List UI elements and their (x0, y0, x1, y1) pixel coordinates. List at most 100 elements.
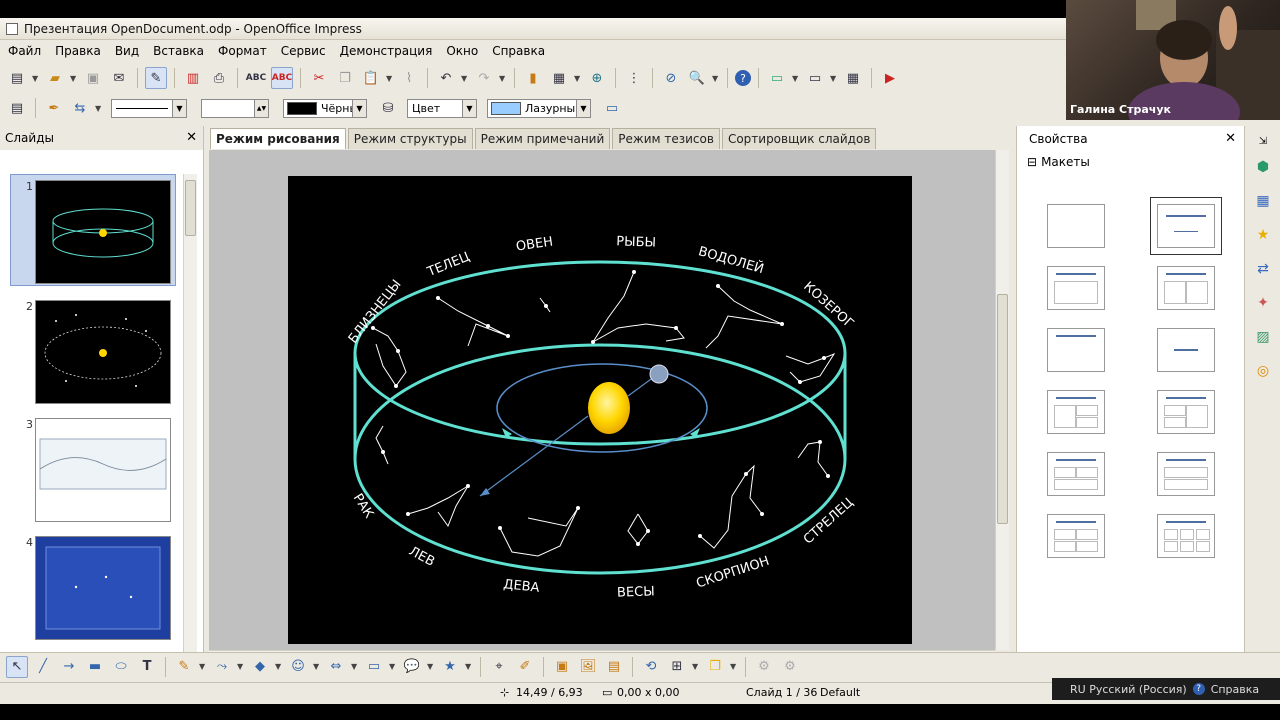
undo-icon[interactable]: ↶ (435, 67, 457, 89)
properties-deck-icon[interactable]: ⬢ (1252, 156, 1274, 178)
help-link[interactable]: Справка (1211, 683, 1259, 696)
curve-tool-icon[interactable]: ✎ (173, 656, 195, 678)
paste-icon[interactable]: 📋 (360, 67, 382, 89)
area-style-select[interactable]: Цвет ▼ (407, 98, 477, 118)
tab-slide-sorter[interactable]: Сортировщик слайдов (721, 128, 877, 149)
layout-blank[interactable] (1047, 204, 1105, 248)
zoom-icon[interactable]: 🔍 (686, 67, 708, 89)
line-width-stepper[interactable]: ▲▼ (201, 98, 269, 118)
ellipse-tool-icon[interactable]: ⬭ (110, 656, 132, 678)
animation-icon[interactable]: ★ (1252, 224, 1274, 246)
styles-deck-icon[interactable]: ✦ (1252, 292, 1274, 314)
menu-file[interactable]: Файл (6, 43, 43, 59)
help-icon[interactable]: ? (1192, 683, 1205, 695)
tab-notes-view[interactable]: Режим примечаний (474, 128, 611, 149)
slide-thumbnail-2[interactable] (35, 300, 171, 404)
layout-two-content-left[interactable] (1047, 390, 1105, 434)
slide-layout-icon[interactable]: ▭ (804, 67, 826, 89)
interaction-icon[interactable]: ⚙ (779, 656, 801, 678)
email-icon[interactable]: ✉ (108, 67, 130, 89)
scrollbar-thumb[interactable] (997, 294, 1008, 524)
editor-vertical-scrollbar[interactable] (995, 150, 1009, 650)
table-icon[interactable]: ▦ (548, 67, 570, 89)
navigator-icon[interactable]: ⊘ (660, 67, 682, 89)
clone-formatting-icon[interactable]: ⌇ (398, 67, 420, 89)
align-icon[interactable]: ⊞ (666, 656, 688, 678)
chevron-down-icon[interactable]: ▼ (386, 74, 394, 83)
chevron-down-icon[interactable]: ▼ (792, 74, 800, 83)
export-pdf-icon[interactable]: ▥ (182, 67, 204, 89)
hyperlink-icon[interactable]: ⊕ (586, 67, 608, 89)
slides-scrollbar[interactable] (183, 174, 197, 666)
layout-six-content[interactable] (1157, 514, 1215, 558)
help-icon[interactable]: ? (735, 70, 751, 86)
spellcheck-icon[interactable]: ABC (245, 67, 267, 89)
tab-outline-view[interactable]: Режим структуры (347, 128, 473, 149)
tab-handout-view[interactable]: Режим тезисов (612, 128, 720, 149)
layout-two-content[interactable] (1157, 266, 1215, 310)
sidebar-menu-icon[interactable]: ⇲ (1252, 130, 1274, 152)
menu-help[interactable]: Справка (490, 43, 547, 59)
chevron-down-icon[interactable]: ▼ (574, 74, 582, 83)
menu-insert[interactable]: Вставка (151, 43, 206, 59)
layout-content-over-content[interactable] (1157, 452, 1215, 496)
copy-icon[interactable]: ❐ (334, 67, 356, 89)
layout-title-content[interactable] (1150, 197, 1222, 255)
chevron-down-icon[interactable]: ▼ (576, 99, 590, 117)
shadow-icon[interactable]: ▭ (601, 97, 623, 119)
edit-file-icon[interactable]: ✎ (145, 67, 167, 89)
close-icon[interactable]: ✕ (186, 130, 197, 145)
slide-thumbnail-4[interactable] (35, 536, 171, 640)
grid-icon[interactable]: ⋮ (623, 67, 645, 89)
slide-thumbnail-1[interactable] (35, 180, 171, 284)
layout-title-content-2[interactable] (1047, 266, 1105, 310)
save-icon[interactable]: ▣ (82, 67, 104, 89)
scrollbar-thumb[interactable] (185, 180, 196, 236)
chevron-down-icon[interactable]: ▼ (692, 662, 700, 671)
menu-view[interactable]: Вид (113, 43, 141, 59)
arrow-tool-icon[interactable]: → (58, 656, 80, 678)
tab-drawing-view[interactable]: Режим рисования (210, 128, 346, 149)
slide-thumbnail-3[interactable] (35, 418, 171, 522)
rectangle-tool-icon[interactable]: ▬ (84, 656, 106, 678)
chevron-down-icon[interactable]: ▼ (427, 662, 435, 671)
new-document-icon[interactable]: ▤ (6, 67, 28, 89)
chevron-down-icon[interactable]: ▼ (465, 662, 473, 671)
chevron-down-icon[interactable]: ▼ (730, 662, 738, 671)
points-icon[interactable]: ⌖ (488, 656, 510, 678)
layout-title-only[interactable] (1047, 328, 1105, 372)
open-folder-icon[interactable]: ▰ (44, 67, 66, 89)
chart-icon[interactable]: ▮ (522, 67, 544, 89)
cut-icon[interactable]: ✂ (308, 67, 330, 89)
fill-color-select[interactable]: Лазурный ▼ (487, 98, 591, 118)
slide-editor[interactable]: БЛИЗНЕЦЫ ТЕЛЕЦ ОВЕН РЫБЫ ВОДОЛЕЙ КОЗЕРОГ… (288, 176, 912, 644)
symbol-shapes-icon[interactable]: ☺ (287, 656, 309, 678)
glue-points-icon[interactable]: ✐ (514, 656, 536, 678)
menu-slideshow[interactable]: Демонстрация (338, 43, 435, 59)
chevron-down-icon[interactable]: ▼ (199, 662, 207, 671)
rotate-icon[interactable]: ⟲ (640, 656, 662, 678)
chevron-down-icon[interactable]: ▼ (313, 662, 321, 671)
chevron-down-icon[interactable]: ▼ (275, 662, 283, 671)
stars-icon[interactable]: ★ (439, 656, 461, 678)
redo-icon[interactable]: ↷ (473, 67, 495, 89)
chevron-down-icon[interactable]: ▼ (830, 74, 838, 83)
chevron-down-icon[interactable]: ▼ (712, 74, 720, 83)
layout-content-over-two[interactable] (1047, 452, 1105, 496)
spin-arrows-icon[interactable]: ▲▼ (254, 99, 268, 117)
menu-edit[interactable]: Правка (53, 43, 103, 59)
connector-tool-icon[interactable]: ⤳ (211, 656, 233, 678)
arrange-icon[interactable]: ❐ (704, 656, 726, 678)
chevron-down-icon[interactable]: ▼ (237, 662, 245, 671)
chevron-down-icon[interactable]: ▼ (352, 99, 366, 117)
slide-add-icon[interactable]: ▭ (766, 67, 788, 89)
slide-transition-icon[interactable]: ⇄ (1252, 258, 1274, 280)
layout-two-content-right[interactable] (1157, 390, 1215, 434)
text-tool-icon[interactable]: T (136, 656, 158, 678)
navigator-deck-icon[interactable]: ◎ (1252, 360, 1274, 382)
autospellcheck-icon[interactable]: ABC (271, 67, 293, 89)
chevron-down-icon[interactable]: ▼ (461, 74, 469, 83)
line-style-select[interactable]: ▼ (111, 98, 187, 118)
line-color-select[interactable]: Чёрнь ▼ (283, 98, 367, 118)
slideshow-icon[interactable]: ▶ (879, 67, 901, 89)
